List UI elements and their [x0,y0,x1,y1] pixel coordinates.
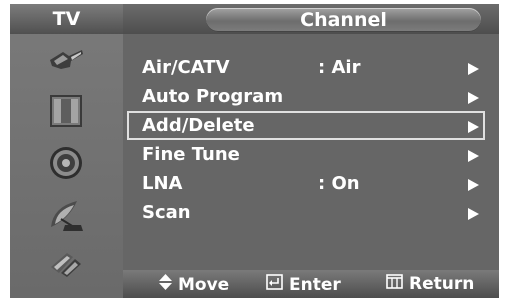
up-down-arrow-icon [159,274,172,295]
menu-item-label: Auto Program [142,86,284,107]
menu-item-label: Scan [142,202,191,223]
return-hint: Return [386,274,474,294]
sidebar-title: TV [10,4,123,34]
menu-item-lna[interactable]: LNA : On [128,170,484,197]
menu-item-air-catv[interactable]: Air/CATV : Air [128,54,484,81]
menu-item-scan[interactable]: Scan [128,199,484,226]
menu-item-auto-program[interactable]: Auto Program [128,83,484,110]
menu-item-label: Fine Tune [142,144,240,165]
picture-panel-icon[interactable] [47,93,85,129]
satellite-dish-icon[interactable] [47,197,85,233]
enter-hint: Enter [266,274,341,295]
menu-item-add-delete[interactable]: Add/Delete [127,111,485,140]
menu-item-label: Air/CATV [142,57,230,78]
move-label: Move [178,274,230,295]
tv-osd-menu: TV Channel Air/CATV: Air Auto Program A… [10,4,499,298]
enter-label: Enter [289,274,341,295]
speaker-icon[interactable] [47,145,85,181]
return-label: Return [409,274,475,294]
move-hint: Move [159,274,229,295]
input-plug-icon[interactable] [47,41,85,77]
enter-icon [266,274,283,295]
menu-item-label: Add/Delete [142,115,255,136]
menu-item-fine-tune[interactable]: Fine Tune [128,141,484,168]
menu-item-value: : On [318,173,360,194]
return-icon [386,274,403,294]
menu-item-label: LNA [142,173,183,194]
header-bar: Channel [123,4,499,34]
footer-bar: Move Enter Return [123,270,499,298]
menu-title: Channel [206,8,481,32]
sidebar: TV [10,4,123,298]
menu-item-value: : Air [318,57,361,78]
plug-setup-icon[interactable] [47,247,85,283]
